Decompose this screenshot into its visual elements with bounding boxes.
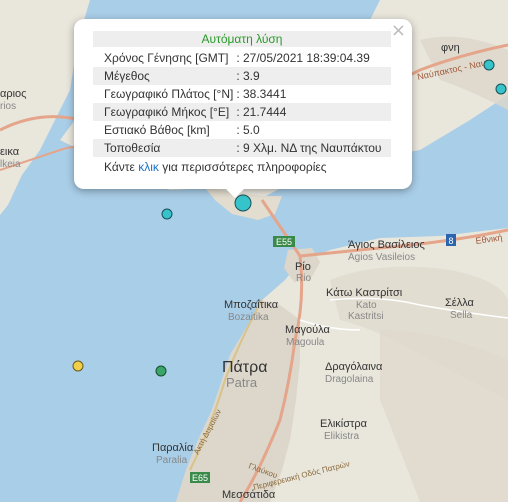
info-key-longitude: Γεωγραφικό Μήκος [°E]	[93, 103, 234, 121]
more-info-prefix: Κάντε	[104, 160, 139, 174]
earthquake-marker[interactable]	[483, 59, 495, 71]
earthquake-marker[interactable]	[155, 365, 167, 377]
info-key-latitude: Γεωγραφικό Πλάτος [°N]	[93, 85, 234, 103]
popup-title: Αυτόματη λύση	[93, 31, 391, 47]
place-label-elikistra-latin: Elikistra	[324, 431, 359, 442]
place-label-kato-kastritsi: Κάτω Καστρίτσι	[326, 287, 403, 299]
earthquake-info-table: Χρόνος Γένησης [GMT] : 27/05/2021 18:39:…	[93, 49, 391, 157]
table-row: Τοποθεσία : 9 Χλμ. ΝΔ της Ναυπάκτου	[93, 139, 391, 157]
place-label-rio-latin: Rio	[296, 273, 311, 284]
place-label-kato-kastritsi-latin2: Kastritsi	[348, 311, 384, 322]
info-key-depth: Εστιακό Βάθος [km]	[93, 121, 234, 139]
info-key-origin-time: Χρόνος Γένησης [GMT]	[93, 49, 234, 67]
info-key-magnitude: Μέγεθος	[93, 67, 234, 85]
earthquake-info-popup: × Αυτόματη λύση Χρόνος Γένησης [GMT] : 2…	[74, 19, 412, 189]
place-label-magoula: Μαγούλα	[285, 324, 330, 336]
table-row: Γεωγραφικό Πλάτος [°N] : 38.3441	[93, 85, 391, 103]
info-value-origin-time: : 27/05/2021 18:39:04.39	[233, 49, 391, 67]
info-value-location: : 9 Χλμ. ΝΔ της Ναυπάκτου	[233, 139, 391, 157]
place-label-sella-latin: Sella	[450, 310, 473, 321]
place-label-left-mid: εικα	[0, 146, 20, 158]
e55-shield-label: E55	[276, 237, 292, 247]
place-label-dragolaina-latin: Dragolaina	[325, 374, 374, 385]
place-label-sella: Σέλλα	[445, 297, 475, 309]
place-label-left-top: αριος	[0, 88, 26, 100]
more-info-suffix: για περισσότερες πληροφορίες	[158, 160, 327, 174]
earthquake-marker[interactable]	[495, 83, 507, 95]
place-label-paralia: Παραλία	[152, 442, 194, 454]
place-label-patra-latin: Patra	[226, 375, 258, 390]
place-label-rio: Ρίο	[295, 261, 311, 273]
earthquake-marker[interactable]	[161, 208, 173, 220]
place-label-kato-kastritsi-latin1: Kato	[356, 300, 377, 311]
place-label-left-top-latin: rios	[0, 101, 16, 112]
place-label-paralia-latin: Paralia	[156, 455, 188, 466]
more-info-link[interactable]: κλικ	[138, 160, 159, 174]
place-label-agios-vasileios-latin: Agios Vasileios	[348, 252, 415, 263]
table-row: Χρόνος Γένησης [GMT] : 27/05/2021 18:39:…	[93, 49, 391, 67]
place-label-antirrio-partial: φνη	[441, 42, 460, 54]
info-value-longitude: : 21.7444	[233, 103, 391, 121]
place-label-bozaitika: Μποζαΐτικα	[224, 299, 279, 311]
earthquake-marker[interactable]	[72, 360, 84, 372]
place-label-patra: Πάτρα	[222, 359, 267, 376]
table-row: Εστιακό Βάθος [km] : 5.0	[93, 121, 391, 139]
table-row: Γεωγραφικό Μήκος [°E] : 21.7444	[93, 103, 391, 121]
close-icon[interactable]: ×	[391, 20, 406, 41]
e65-shield-label: E65	[192, 473, 208, 483]
place-label-dragolaina: Δραγόλαινα	[325, 361, 383, 373]
place-label-messatida: Μεσσάτιδα	[222, 489, 276, 501]
info-value-magnitude: : 3.9	[233, 67, 391, 85]
info-value-latitude: : 38.3441	[233, 85, 391, 103]
popup-pointer	[223, 186, 247, 198]
info-key-location: Τοποθεσία	[93, 139, 234, 157]
table-row: Μέγεθος : 3.9	[93, 67, 391, 85]
info-value-depth: : 5.0	[233, 121, 391, 139]
a8-shield-label: 8	[448, 236, 453, 246]
place-label-agios-vasileios: Άγιος Βασίλειος	[348, 239, 425, 251]
place-label-magoula-latin: Magoula	[286, 337, 325, 348]
place-label-bozaitika-latin: Bozaitika	[228, 312, 269, 323]
place-label-left-mid-latin: lkeia	[0, 159, 21, 170]
place-label-elikistra: Ελικίστρα	[320, 418, 368, 430]
more-info-line: Κάντε κλικ για περισσότερες πληροφορίες	[104, 160, 327, 174]
